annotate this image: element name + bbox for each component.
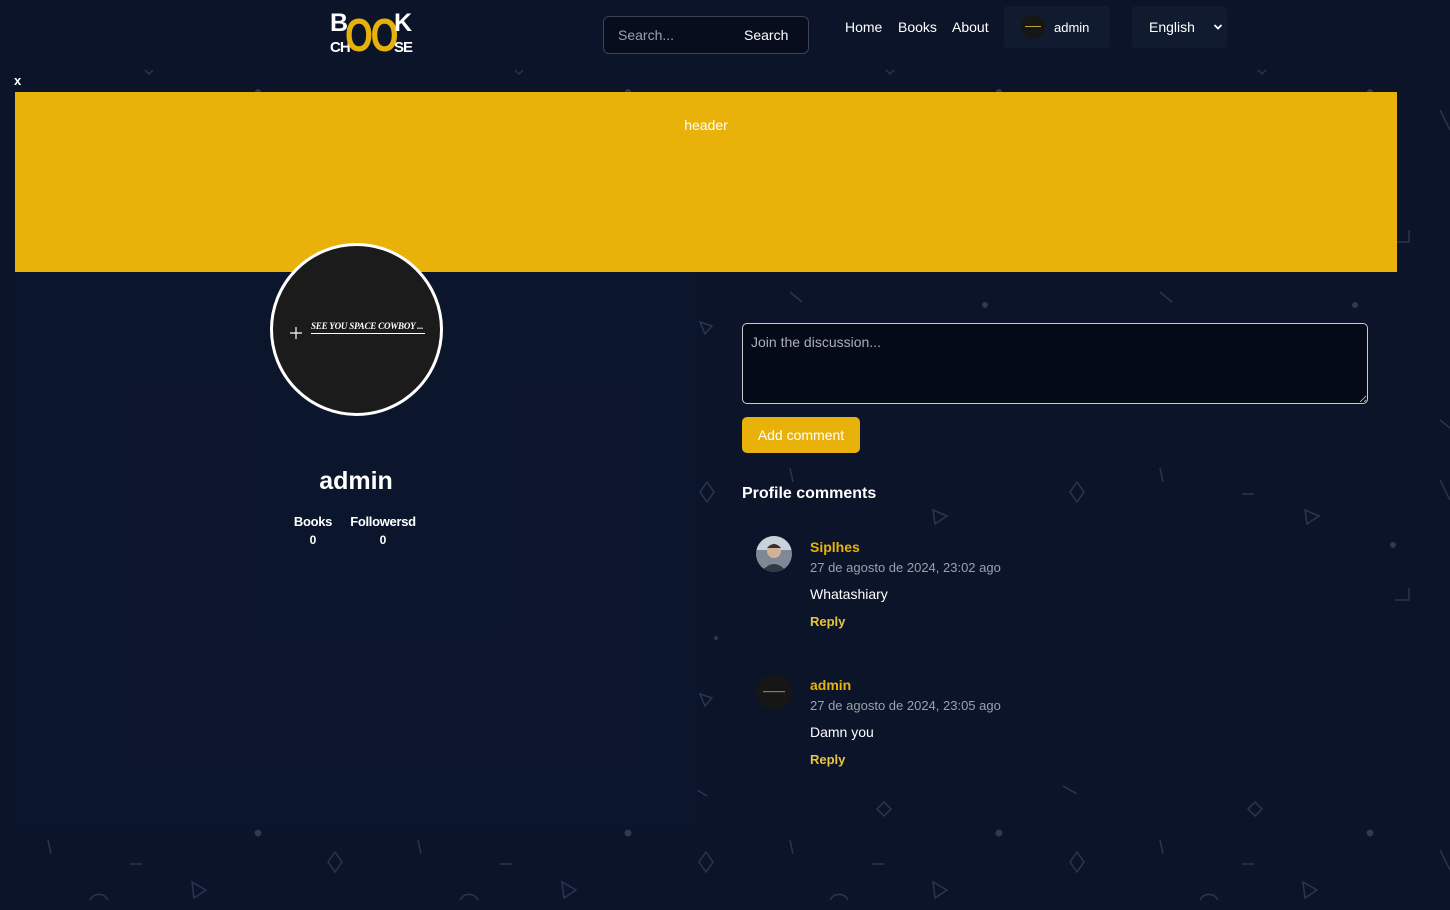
site-logo[interactable]: B CH OO K SE (330, 9, 413, 61)
stat-followers-label: Followersd (350, 514, 416, 529)
comment-author-avatar[interactable] (756, 674, 792, 710)
reply-button[interactable]: Reply (810, 752, 845, 767)
comment-date: 27 de agosto de 2024, 23:02 ago (810, 560, 1001, 575)
add-comment-button[interactable]: Add comment (742, 417, 860, 453)
comment-input[interactable] (742, 323, 1368, 404)
reply-button[interactable]: Reply (810, 614, 845, 629)
profile-avatar[interactable]: SEE YOU SPACE COWBOY ... (270, 243, 443, 416)
logo-letter-k: K (394, 9, 413, 37)
comment-item: Siplhes 27 de agosto de 2024, 23:02 ago … (742, 536, 1382, 656)
close-banner-button[interactable]: x (14, 73, 21, 88)
comment-body: Damn you (810, 724, 874, 740)
comment-author-avatar[interactable] (756, 536, 792, 572)
comment-item: admin 27 de agosto de 2024, 23:05 ago Da… (742, 674, 1382, 794)
stat-books[interactable]: Books 0 (288, 514, 338, 547)
logo-letters-se: SE (394, 39, 413, 56)
language-select[interactable]: English (1132, 6, 1227, 48)
nav-link-about[interactable]: About (952, 19, 989, 35)
comment-author[interactable]: admin (810, 677, 851, 693)
nav-link-home[interactable]: Home (845, 19, 882, 35)
search-box: Search (603, 16, 809, 54)
chevron-down-icon (1213, 24, 1223, 30)
search-input[interactable] (604, 17, 734, 53)
stat-followers-value: 0 (379, 533, 387, 547)
crosshair-icon (290, 327, 302, 339)
comment-body: Whatashiary (810, 586, 888, 602)
header-banner: header (15, 92, 1397, 272)
top-nav: B CH OO K SE Search Home Books About adm… (0, 0, 1450, 62)
nav-link-books[interactable]: Books (898, 19, 937, 35)
user-menu-name: admin (1054, 19, 1090, 35)
avatar-photo-icon (756, 674, 792, 710)
user-avatar (1021, 15, 1045, 39)
comment-author[interactable]: Siplhes (810, 539, 860, 555)
comment-date: 27 de agosto de 2024, 23:05 ago (810, 698, 1001, 713)
avatar-caption: SEE YOU SPACE COWBOY ... (311, 321, 424, 331)
stat-books-label: Books (293, 514, 333, 529)
stat-books-value: 0 (309, 533, 317, 547)
avatar-photo-icon (756, 536, 792, 572)
profile-comments-title: Profile comments (742, 485, 877, 502)
banner-label: header (684, 117, 728, 133)
language-selected-value: English (1149, 19, 1195, 35)
search-button[interactable]: Search (744, 27, 788, 43)
user-menu[interactable]: admin (1004, 6, 1110, 48)
avatar-caption-underline (311, 333, 425, 334)
profile-name: admin (319, 467, 393, 495)
logo-letters-oo: OO (345, 9, 398, 61)
stat-followers[interactable]: Followersd 0 (350, 514, 416, 547)
